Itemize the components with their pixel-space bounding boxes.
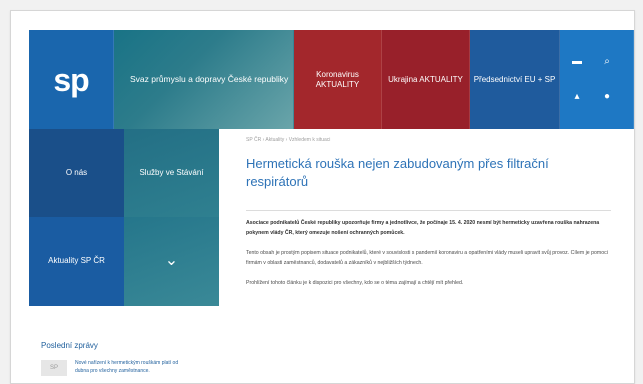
- user-icon[interactable]: ▴: [570, 90, 584, 104]
- nav-services[interactable]: Služby ve Stávání: [124, 129, 219, 217]
- chevron-down-icon: ⌄: [164, 252, 179, 270]
- nav-expand[interactable]: ⌄: [124, 217, 219, 306]
- utility-area: ▬ ⌕ ▴ ●: [560, 30, 634, 129]
- thumbnail-label: SP: [49, 365, 58, 371]
- nav-about[interactable]: O nás: [29, 129, 124, 217]
- nav-news[interactable]: Aktuality SP ČR: [29, 217, 124, 306]
- globe-icon[interactable]: ●: [600, 90, 614, 104]
- headline-text: Svaz průmyslu a dopravy České republiky: [130, 74, 289, 85]
- menu-icon[interactable]: ▬: [570, 55, 584, 69]
- paragraph-text: Asociace podnikatelů České republiky upo…: [246, 220, 600, 236]
- nav-label: Služby ve Stávání: [139, 167, 204, 177]
- tile-ukraine[interactable]: Ukrajina AKTUALITY: [382, 30, 470, 129]
- tile-label: Předsednictví EU + SP: [473, 74, 556, 84]
- sidebar-news-item[interactable]: SP Nové nařízení k hermetickým rouškám p…: [41, 360, 211, 376]
- tile-label: Ukrajina AKTUALITY: [388, 74, 463, 84]
- primary-nav: O nás Služby ve Stávání Aktuality SP ČR …: [29, 129, 219, 306]
- tile-coronavirus[interactable]: Koronavirus AKTUALITY: [294, 30, 382, 129]
- article-paragraph: Tento obsah je prostým popisem situace p…: [246, 249, 611, 269]
- site-headline: Svaz průmyslu a dopravy České republiky: [114, 30, 294, 129]
- header: sp Svaz průmyslu a dopravy České republi…: [29, 30, 634, 129]
- sidebar-news-text[interactable]: Nové nařízení k hermetickým rouškám plat…: [75, 360, 190, 375]
- tile-label: Koronavirus AKTUALITY: [315, 69, 360, 89]
- logo[interactable]: sp: [29, 30, 114, 129]
- breadcrumb[interactable]: SP ČR › Aktuality › Vzhledem k situaci: [246, 137, 611, 143]
- browser-window: sp Svaz průmyslu a dopravy České republi…: [10, 10, 635, 384]
- nav-label: Aktuality SP ČR: [48, 256, 105, 266]
- divider: [246, 210, 611, 212]
- sidebar-heading: Poslední zprávy: [41, 341, 98, 350]
- news-thumbnail: SP: [41, 360, 67, 376]
- article-title: Hermetická rouška nejen zabudovaným přes…: [246, 156, 549, 189]
- nav-label: O nás: [65, 167, 88, 177]
- search-icon[interactable]: ⌕: [600, 55, 614, 69]
- main-content: SP ČR › Aktuality › Vzhledem k situaci H…: [246, 137, 611, 298]
- latest-news: Poslední zprávy SP Nové nařízení k herme…: [41, 341, 211, 376]
- tile-presidency[interactable]: Předsednictví EU + SP: [470, 30, 560, 129]
- logo-text: sp: [53, 61, 89, 98]
- article-paragraph: Prohlížení tohoto článku je k dispozici …: [246, 279, 611, 289]
- article-paragraph: Asociace podnikatelů České republiky upo…: [246, 219, 611, 239]
- paragraph-text: Tento obsah je prostým popisem situace p…: [246, 249, 608, 266]
- paragraph-text: Prohlížení tohoto článku je k dispozici …: [246, 279, 464, 286]
